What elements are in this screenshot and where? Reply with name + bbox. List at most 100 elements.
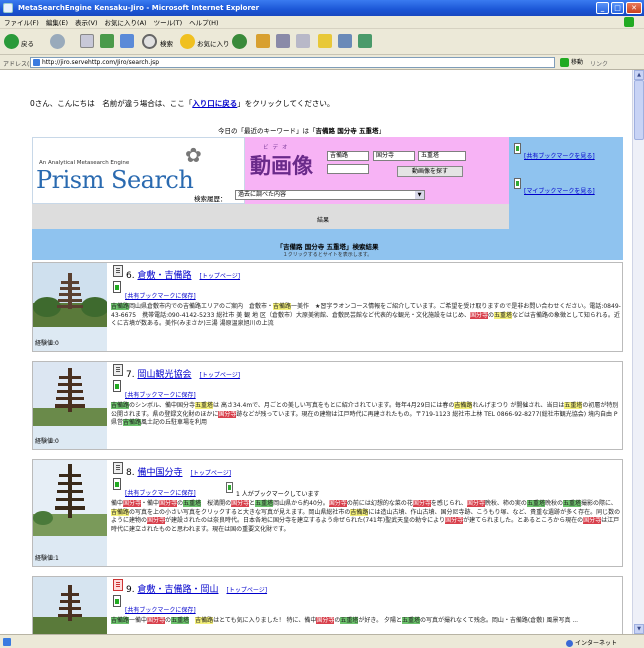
keyword-highlight: 国分寺 xyxy=(218,410,237,418)
shared-bookmarks-link[interactable]: [共有ブックマークを見る] xyxy=(524,151,595,160)
my-bookmarks-link[interactable]: [マイブックマークを見る] xyxy=(524,186,595,195)
address-bar: アドレス(D) http://jiro.servehttp.com/Jiro/s… xyxy=(0,55,644,70)
vertical-scrollbar[interactable]: ▲ ▼ xyxy=(632,70,644,634)
result-top-page-link[interactable]: [トップページ] xyxy=(190,470,231,477)
result-snippet: 吉備路岡山県倉敷市内での吉備路エリアのご案内 倉敷市・吉備路一美作 ★習字ラオン… xyxy=(111,303,621,329)
result-top-page-link[interactable]: [トップページ] xyxy=(199,273,240,280)
address-url[interactable]: http://jiro.servehttp.com/Jiro/search.js… xyxy=(42,59,159,66)
favorites-label[interactable]: お気に入り xyxy=(197,38,230,48)
result-title-link[interactable]: 倉敷・吉備路・岡山 xyxy=(137,585,218,595)
chevron-down-icon[interactable]: ▼ xyxy=(415,191,424,199)
search-icon[interactable] xyxy=(142,34,157,49)
save-shared-bookmark-link[interactable]: [共有ブックマークに保存] xyxy=(125,390,196,399)
keyword-highlight: 吉備路 xyxy=(350,508,369,516)
result-top-page-link[interactable]: [トップページ] xyxy=(226,587,267,594)
bookmark-count-icon xyxy=(226,482,233,493)
result-doc-icon[interactable] xyxy=(113,462,123,474)
snippet-text: 一備中 xyxy=(129,617,148,624)
page-icon xyxy=(33,59,40,66)
scrollbar-thumb[interactable] xyxy=(634,80,644,140)
close-button[interactable]: ✕ xyxy=(626,2,642,14)
menu-help[interactable]: ヘルプ(H) xyxy=(189,17,218,27)
result-title-link[interactable]: 倉敷・吉備路 xyxy=(137,271,191,281)
menu-favorites[interactable]: お気に入り(A) xyxy=(105,17,147,27)
result-title: 8. 備中国分寺 [トップページ] xyxy=(126,465,231,478)
result-top-page-link[interactable]: [トップページ] xyxy=(199,372,240,379)
mail-icon[interactable] xyxy=(256,34,270,48)
result-number: 6. xyxy=(126,271,135,281)
keyword-highlight: 吉備路 xyxy=(111,303,130,310)
video-search-button[interactable]: 動画像を探す xyxy=(397,166,463,177)
result-doc-icon[interactable] xyxy=(113,364,123,376)
result-thumbnail[interactable]: 経験値:1 xyxy=(33,460,107,566)
save-bookmark-icon[interactable] xyxy=(113,281,121,293)
result-title-link[interactable]: 岡山観光協会 xyxy=(137,370,191,380)
result-doc-icon[interactable] xyxy=(113,265,123,277)
links-label[interactable]: リンク xyxy=(590,59,608,68)
result-thumbnail[interactable] xyxy=(33,577,107,634)
home-icon[interactable] xyxy=(120,34,134,48)
result-thumbnail[interactable]: 経験値:0 xyxy=(33,263,107,351)
save-bookmark-icon[interactable] xyxy=(113,478,121,490)
scroll-down-icon[interactable]: ▼ xyxy=(634,624,644,634)
history-icon[interactable] xyxy=(232,34,247,49)
snippet-text: が建てられました。とあるところから現在の xyxy=(463,517,584,525)
menu-file[interactable]: ファイル(F) xyxy=(4,17,39,27)
window-titlebar[interactable]: MetaSearchEngine Kensaku-Jiro - Microsof… xyxy=(0,0,644,16)
favorites-star-icon[interactable] xyxy=(180,34,195,49)
keyword-highlight: 五重塔 xyxy=(564,402,583,409)
refresh-icon[interactable] xyxy=(100,34,114,48)
keyword-highlight: 吉備路 xyxy=(454,402,473,409)
pagoda-thumbnail-image[interactable] xyxy=(33,577,107,634)
my-bookmark-icon[interactable] xyxy=(514,178,521,189)
result-thumbnail[interactable]: 経験値:0 xyxy=(33,362,107,449)
result-item: 経験値:1 8. 備中国分寺 [トップページ] [共有ブックマークに保存] 1 人… xyxy=(32,459,623,567)
menu-view[interactable]: 表示(V) xyxy=(75,17,98,27)
search-label[interactable]: 検索 xyxy=(160,38,173,48)
pagoda-thumbnail-image[interactable] xyxy=(33,263,107,327)
shared-bookmark-icon[interactable] xyxy=(514,143,521,154)
video-keyword-input-4[interactable] xyxy=(327,164,369,174)
research-icon[interactable] xyxy=(358,34,372,48)
save-shared-bookmark-link[interactable]: [共有ブックマークに保存] xyxy=(125,291,196,300)
keyword-value[interactable]: 吉備路 国分寺 五重塔 xyxy=(316,127,379,135)
save-shared-bookmark-link[interactable]: [共有ブックマークに保存] xyxy=(125,488,196,497)
video-keyword-input-1[interactable]: 吉備路 xyxy=(327,151,369,161)
video-keyword-input-2[interactable]: 国分寺 xyxy=(373,151,415,161)
menu-tools[interactable]: ツール(T) xyxy=(154,17,183,27)
keyword-highlight: 五重塔 xyxy=(562,500,581,507)
folder-icon[interactable] xyxy=(318,34,332,48)
forward-icon[interactable] xyxy=(50,34,65,49)
keyword-highlight: 国分寺 xyxy=(583,517,602,525)
stop-icon[interactable] xyxy=(80,34,94,48)
maximize-button[interactable]: □ xyxy=(611,2,624,14)
result-doc-icon[interactable] xyxy=(113,579,123,591)
history-select-value[interactable]: 過去に調べた内容 xyxy=(238,191,286,198)
go-label[interactable]: 移動 xyxy=(571,59,583,66)
history-select[interactable]: 過去に調べた内容 ▼ xyxy=(235,190,425,200)
keyword-highlight: 五重塔 xyxy=(340,617,359,624)
back-label[interactable]: 戻る xyxy=(21,38,34,48)
result-snippet: 吉備路一備中国分寺の五重塔 吉備路はとても気に入りました！ 特に、備中国分寺の五… xyxy=(111,617,621,626)
entrance-link[interactable]: 入り口に戻る xyxy=(192,99,237,108)
pagoda-thumbnail-image[interactable] xyxy=(33,362,107,426)
snippet-text: ・備中 xyxy=(141,500,160,507)
pagoda-thumbnail-image[interactable] xyxy=(33,460,107,536)
back-icon[interactable] xyxy=(4,34,19,49)
menu-edit[interactable]: 編集(E) xyxy=(46,17,68,27)
print-icon[interactable] xyxy=(276,34,290,48)
go-button[interactable]: 移動 xyxy=(560,57,586,68)
messenger-icon[interactable] xyxy=(338,34,352,48)
save-bookmark-icon[interactable] xyxy=(113,595,121,607)
save-shared-bookmark-link[interactable]: [共有ブックマークに保存] xyxy=(125,605,196,614)
minimize-button[interactable]: _ xyxy=(596,2,609,14)
result-snippet: 備中国分寺・備中国分寺の五重塔 桜満開の国分寺と五重塔岡山県から約40分。国分寺… xyxy=(111,500,621,534)
scroll-up-icon[interactable]: ▲ xyxy=(634,70,644,80)
video-keyword-input-3[interactable]: 五重塔 xyxy=(418,151,466,161)
result-views: 経験値:0 xyxy=(35,340,59,347)
edit-icon[interactable] xyxy=(296,34,310,48)
result-title-link[interactable]: 備中国分寺 xyxy=(137,468,182,478)
keyword-highlight: 国分寺 xyxy=(159,500,178,507)
save-bookmark-icon[interactable] xyxy=(113,380,121,392)
address-input[interactable]: http://jiro.servehttp.com/Jiro/search.js… xyxy=(30,57,555,68)
